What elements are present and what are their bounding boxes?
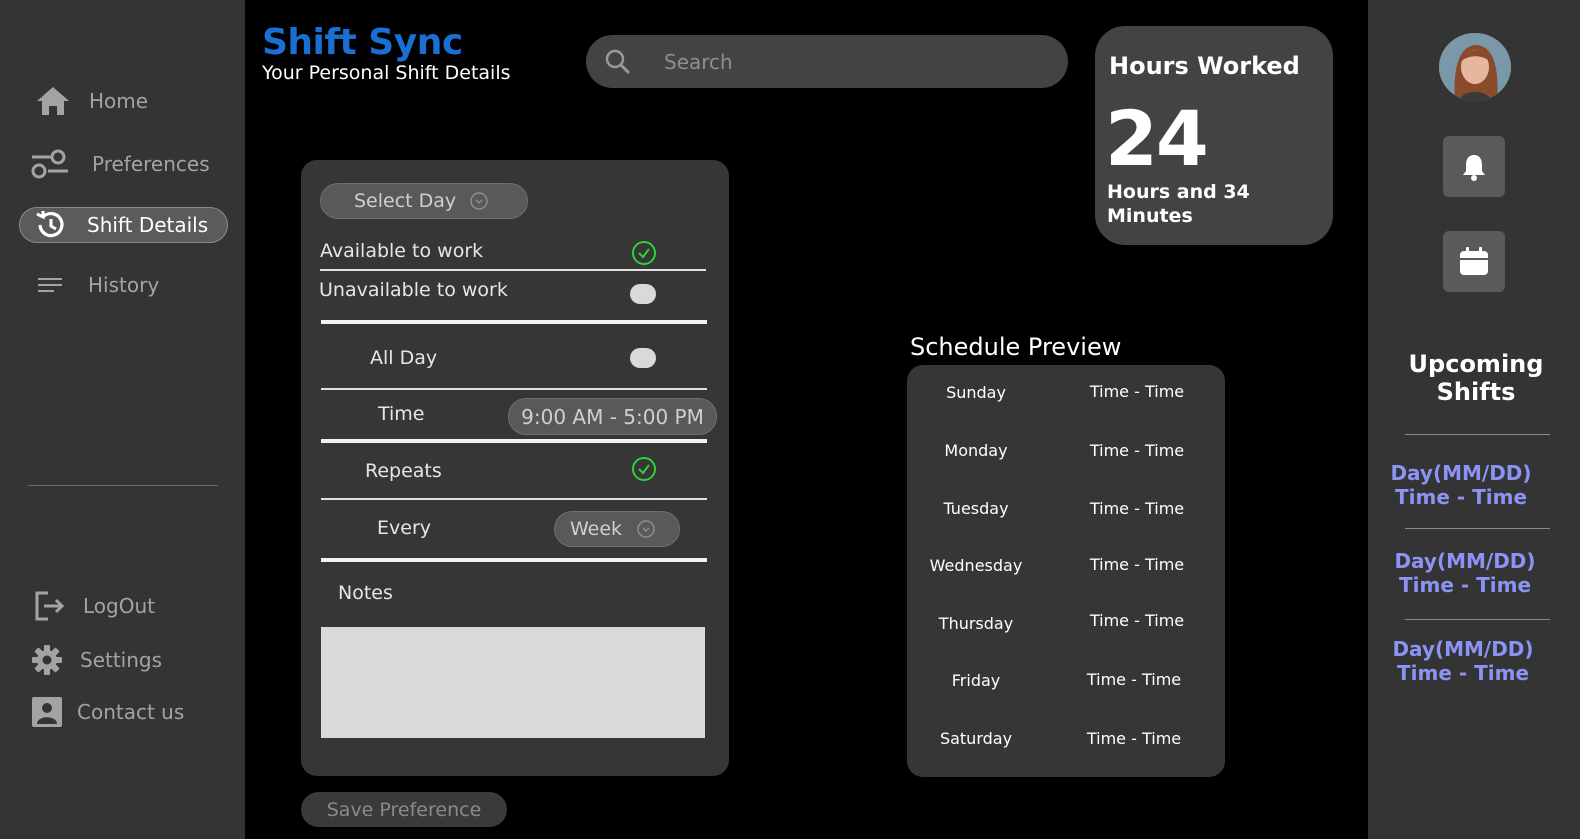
upcoming-shift-time: Time - Time [1394,485,1528,509]
schedule-day: Saturday [939,729,1013,748]
time-range-value: 9:00 AM - 5:00 PM [521,404,704,429]
time-label: Time [378,403,425,425]
avatar[interactable] [1439,33,1511,101]
sidebar-item-label: Home [89,89,149,113]
hours-worked-subtitle: Hours and 34 Minutes [1107,181,1250,227]
calendar-button[interactable] [1443,231,1505,292]
available-check-icon[interactable] [631,240,657,266]
all-day-label: All Day [370,347,438,369]
search-input[interactable] [664,47,1044,77]
save-preference-button[interactable]: Save Preference [301,792,507,827]
divider [321,498,707,500]
app-title: Shift Sync [262,22,463,63]
search-icon[interactable] [604,48,632,76]
notes-textarea[interactable] [321,627,705,738]
repeats-label: Repeats [365,460,442,482]
sidebar-item-label: Contact us [77,700,185,724]
sidebar-divider [28,485,218,486]
contact-icon [32,697,62,727]
chevron-down-icon [470,192,488,210]
sidebar-item-contact-us[interactable]: Contact us [31,694,184,730]
save-preference-label: Save Preference [326,798,482,821]
time-range-field[interactable]: 9:00 AM - 5:00 PM [508,398,717,435]
sidebar-item-label: History [88,273,160,297]
unavailable-label: Unavailable to work [319,279,508,301]
search-bar [586,35,1068,88]
upcoming-shift-time: Time - Time [1398,573,1532,597]
sidebar-item-logout[interactable]: LogOut [32,588,155,624]
divider [1405,619,1550,620]
upcoming-shift-date: Day(MM/DD) [1394,549,1536,573]
sidebar-item-settings[interactable]: Settings [31,642,162,678]
schedule-time: Time - Time [1089,499,1185,518]
upcoming-shift-date: Day(MM/DD) [1390,461,1532,485]
schedule-time: Time - Time [1086,729,1182,748]
all-day-toggle[interactable] [630,348,656,368]
sidebar-item-label: Settings [80,648,163,672]
upcoming-shift-time: Time - Time [1396,661,1530,685]
available-label: Available to work [320,240,484,262]
schedule-day: Monday [944,441,1008,460]
preference-form-panel: Select Day Available to work Unavailable… [301,160,729,776]
select-day-dropdown[interactable]: Select Day [320,183,528,219]
schedule-day: Friday [951,671,1001,690]
hours-worked-value: 24 [1105,94,1209,183]
repeats-check-icon[interactable] [631,456,657,482]
divider [321,388,707,390]
schedule-time: Time - Time [1089,382,1185,401]
schedule-day: Wednesday [929,556,1023,575]
upcoming-shift-item[interactable]: Day(MM/DD) Time - Time [1383,637,1543,685]
app-subtitle: Your Personal Shift Details [262,62,511,84]
right-sidebar: Upcoming Shifts Day(MM/DD) Time - Time D… [1368,0,1580,839]
schedule-preview-title: Schedule Preview [910,333,1122,361]
upcoming-shift-date: Day(MM/DD) [1392,637,1534,661]
every-label: Every [377,517,431,539]
avatar-image [1439,33,1511,101]
section-divider [321,439,707,443]
schedule-day: Tuesday [943,499,1009,518]
section-divider [321,558,707,562]
calendar-icon [1460,246,1488,275]
schedule-time: Time - Time [1089,555,1185,574]
repeat-interval-dropdown[interactable]: Week [554,511,680,547]
select-day-label: Select Day [354,190,457,212]
repeat-interval-value: Week [570,518,623,540]
bell-icon [1463,154,1485,181]
schedule-preview-panel: Sunday Time - Time Monday Time - Time Tu… [907,365,1225,777]
sliders-icon [31,149,68,179]
gear-icon [32,645,62,675]
home-icon [37,87,69,115]
sidebar-item-label: LogOut [83,594,155,618]
upcoming-shifts-title: Upcoming Shifts [1408,350,1544,406]
logout-icon [35,591,65,621]
upcoming-shift-item[interactable]: Day(MM/DD) Time - Time [1385,549,1545,597]
schedule-time: Time - Time [1089,611,1185,630]
notifications-button[interactable] [1443,136,1505,197]
sidebar-item-history[interactable]: History [36,268,159,302]
divider [320,269,706,271]
notes-label: Notes [338,582,393,604]
section-divider [321,320,707,324]
list-icon [38,278,62,292]
unavailable-toggle[interactable] [630,284,656,304]
schedule-time: Time - Time [1086,670,1182,689]
history-clock-icon [36,211,64,238]
sidebar-item-label: Shift Details [87,213,209,237]
schedule-day: Sunday [946,383,1006,402]
sidebar-item-preferences[interactable]: Preferences [30,147,210,181]
hours-worked-card: Hours Worked 24 Hours and 34 Minutes [1095,26,1333,245]
sidebar-item-shift-details[interactable]: Shift Details [19,207,228,243]
upcoming-shift-item[interactable]: Day(MM/DD) Time - Time [1381,461,1541,509]
chevron-down-icon [637,520,655,538]
sidebar-item-home[interactable]: Home [36,84,148,118]
divider [1405,434,1550,435]
schedule-day: Thursday [938,614,1014,633]
hours-worked-title: Hours Worked [1109,52,1300,80]
left-sidebar: Home Preferences Shift Details History L… [0,0,245,839]
schedule-time: Time - Time [1089,441,1185,460]
sidebar-item-label: Preferences [92,152,210,176]
divider [1405,528,1550,529]
